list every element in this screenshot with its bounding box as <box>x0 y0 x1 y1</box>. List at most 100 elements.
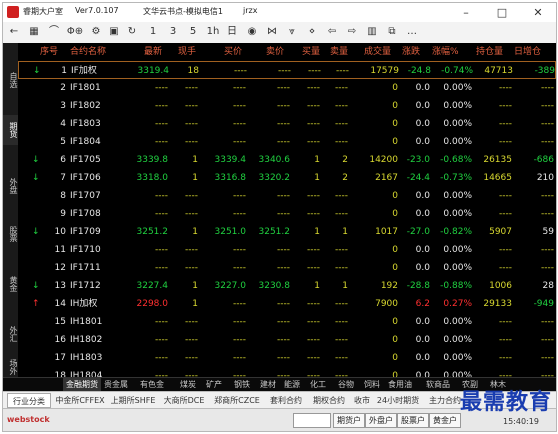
header-bid[interactable]: 买价 <box>224 43 242 61</box>
sidebar-tab-gold[interactable]: 黄金 <box>3 269 18 299</box>
header-oi[interactable]: 持仓量 <box>476 43 503 61</box>
sidebar-tab-favorites[interactable]: 自选 <box>3 65 18 95</box>
exchange-tab[interactable]: 郑商所CZCE <box>211 393 263 408</box>
table-row[interactable]: 16 IH1802 ---- ---- ---- ---- ---- ---- 0 0.0 0.00… <box>18 331 556 349</box>
down-double-icon[interactable]: ⩔ <box>285 24 299 40</box>
more-icon[interactable]: … <box>405 24 419 40</box>
next-icon[interactable]: ⇨ <box>345 24 359 40</box>
table-row[interactable]: ↓ 1 IF加权 3319.4 18 ---- ---- ---- ---- 17579 -24.8… <box>18 61 556 79</box>
futures-account-button[interactable]: 期货户 <box>333 413 365 428</box>
category-tab[interactable]: 建材 <box>255 378 281 392</box>
exchange-tab[interactable]: 行业分类 <box>7 393 51 408</box>
table-row[interactable]: 9 IF1708 ---- ---- ---- ---- ---- ---- 0 0.0 0.00%… <box>18 205 556 223</box>
category-tab[interactable]: 饲料 <box>359 378 385 392</box>
cell-doi: ---- <box>541 137 554 147</box>
period-3-button[interactable]: 3 <box>167 24 179 40</box>
category-tab[interactable]: 食用油脂 <box>387 378 413 403</box>
search-input[interactable] <box>293 413 331 428</box>
cell-bq: ---- <box>308 66 321 76</box>
cell-chg: 0.0 <box>415 137 430 147</box>
exchange-tab[interactable]: 上期所SHFE <box>109 393 157 408</box>
cell-seq: 11 <box>54 245 66 255</box>
category-tab[interactable]: 化工 <box>305 378 331 392</box>
bowtie-icon[interactable]: ⋈ <box>265 24 279 40</box>
layout-icon[interactable]: ▥ <box>365 24 379 40</box>
target-icon[interactable]: ◉ <box>245 24 259 40</box>
table-row[interactable]: 3 IF1802 ---- ---- ---- ---- ---- ---- 0 0.0 0.00%… <box>18 97 556 115</box>
period-1-button[interactable]: 1 <box>147 24 159 40</box>
refresh-icon[interactable]: ↻ <box>125 24 139 40</box>
table-row[interactable]: 11 IF1710 ---- ---- ---- ---- ---- ---- 0 0.0 0.00… <box>18 241 556 259</box>
settings-icon[interactable]: ⚙ <box>89 24 103 40</box>
cell-bq: ---- <box>307 299 320 309</box>
header-pct[interactable]: 涨幅% <box>432 43 459 61</box>
category-tab[interactable]: 谷物 <box>333 378 359 392</box>
header-seq[interactable]: 序号 <box>40 43 58 61</box>
period-5-button[interactable]: 5 <box>187 24 199 40</box>
table-row[interactable]: 5 IF1804 ---- ---- ---- ---- ---- ---- 0 0.0 0.00%… <box>18 133 556 151</box>
maximize-button[interactable]: □ <box>484 3 520 22</box>
back-icon[interactable]: ← <box>7 24 21 40</box>
cell-last: ---- <box>155 191 168 201</box>
exchange-tab[interactable]: 24小时期货 <box>375 393 421 408</box>
sidebar-tab-foreign[interactable]: 外盘 <box>3 171 18 201</box>
foreign-account-button[interactable]: 外盘户 <box>365 413 397 428</box>
exchange-tab[interactable]: 中金所CFFEX <box>53 393 107 408</box>
stock-account-button[interactable]: 股票户 <box>397 413 429 428</box>
category-tab[interactable]: 软商品 <box>425 378 451 392</box>
copy-icon[interactable]: ⧉ <box>385 24 399 40</box>
header-ask-qty[interactable]: 卖量 <box>330 43 348 61</box>
header-change[interactable]: 涨跌 <box>402 43 420 61</box>
cell-aq: ---- <box>335 299 348 309</box>
header-ask[interactable]: 卖价 <box>266 43 284 61</box>
header-last[interactable]: 最新 <box>144 43 162 61</box>
cell-name: IF1712 <box>70 281 101 291</box>
cell-seq: 1 <box>61 66 67 76</box>
close-button[interactable]: ✕ <box>520 3 556 22</box>
table-row[interactable]: 4 IF1803 ---- ---- ---- ---- ---- ---- 0 0.0 0.00%… <box>18 115 556 133</box>
category-tab[interactable]: 贵金属 <box>103 378 129 392</box>
option-icon[interactable]: Φ⊕ <box>65 24 85 40</box>
gold-account-button[interactable]: 黄金户 <box>429 413 461 428</box>
diamond-icon[interactable]: ⋄ <box>305 24 319 40</box>
sidebar-tab-otc[interactable]: 场外 <box>3 357 18 377</box>
minimize-button[interactable]: – <box>448 3 484 22</box>
period-day-button[interactable]: 日 <box>225 24 239 40</box>
category-tab[interactable]: 矿产 <box>201 378 227 392</box>
table-row[interactable]: 12 IF1711 ---- ---- ---- ---- ---- ---- 0 0.0 0.00… <box>18 259 556 277</box>
table-row[interactable]: 17 IH1803 ---- ---- ---- ---- ---- ---- 0 0.0 0.00… <box>18 349 556 367</box>
table-row[interactable]: 2 IF1801 ---- ---- ---- ---- ---- ---- 0 0.0 0.00%… <box>18 79 556 97</box>
header-name[interactable]: 合约名称 <box>70 43 106 61</box>
sidebar-tab-futures[interactable]: 期货 <box>3 115 18 145</box>
category-tab[interactable]: 金融期货 <box>63 378 101 392</box>
sidebar-tab-stocks[interactable]: 股票 <box>3 219 18 249</box>
window-icon[interactable]: ▣ <box>107 24 121 40</box>
category-tab[interactable]: 煤炭 <box>175 378 201 392</box>
header-vol[interactable]: 现手 <box>178 43 196 61</box>
prev-icon[interactable]: ⇦ <box>325 24 339 40</box>
cell-doi: ---- <box>541 209 554 219</box>
line-chart-icon[interactable]: ⌒ <box>47 24 61 40</box>
table-row[interactable]: 15 IH1801 ---- ---- ---- ---- ---- ---- 0 0.0 0.00… <box>18 313 556 331</box>
header-doi[interactable]: 日增仓 <box>514 43 541 61</box>
exchange-tab[interactable]: 套利合约 <box>265 393 307 408</box>
table-row[interactable]: ↓ 13 IF1712 3227.4 1 3227.0 3230.8 1 1 192 -28.8 -0… <box>18 277 556 295</box>
table-row[interactable]: 8 IF1707 ---- ---- ---- ---- ---- ---- 0 0.0 0.00%… <box>18 187 556 205</box>
grid-icon[interactable]: ▦ <box>27 24 41 40</box>
exchange-tab[interactable]: 期权合约 <box>309 393 349 408</box>
table-row[interactable]: ↓ 6 IF1705 3339.8 1 3339.4 3340.6 1 2 14200 -23.0-… <box>18 151 556 169</box>
table-row[interactable]: ↓ 7 IF1706 3318.0 1 3316.8 3320.2 1 2 2167 -24.4 -0… <box>18 169 556 187</box>
cell-oi: ---- <box>499 335 512 345</box>
table-row[interactable]: ↑ 14 IH加权 2298.0 1 ---- ---- ---- ---- 7900 6.2 0.2… <box>18 295 556 313</box>
category-tab[interactable]: 钢铁 <box>229 378 255 392</box>
category-tab[interactable]: 能源 <box>279 378 305 392</box>
header-turnover[interactable]: 成交量 <box>364 43 391 61</box>
exchange-tab[interactable]: 收市 <box>351 393 373 408</box>
period-1h-button[interactable]: 1h <box>205 24 221 40</box>
cell-vol: ---- <box>185 83 198 93</box>
table-row[interactable]: ↓ 10 IF1709 3251.2 1 3251.0 3251.2 1 1 1017 -27.0-… <box>18 223 556 241</box>
sidebar-tab-forex[interactable]: 外汇 <box>3 319 18 349</box>
category-tab[interactable]: 有色金属 <box>139 378 165 403</box>
header-bid-qty[interactable]: 买量 <box>302 43 320 61</box>
exchange-tab[interactable]: 大商所DCE <box>159 393 209 408</box>
